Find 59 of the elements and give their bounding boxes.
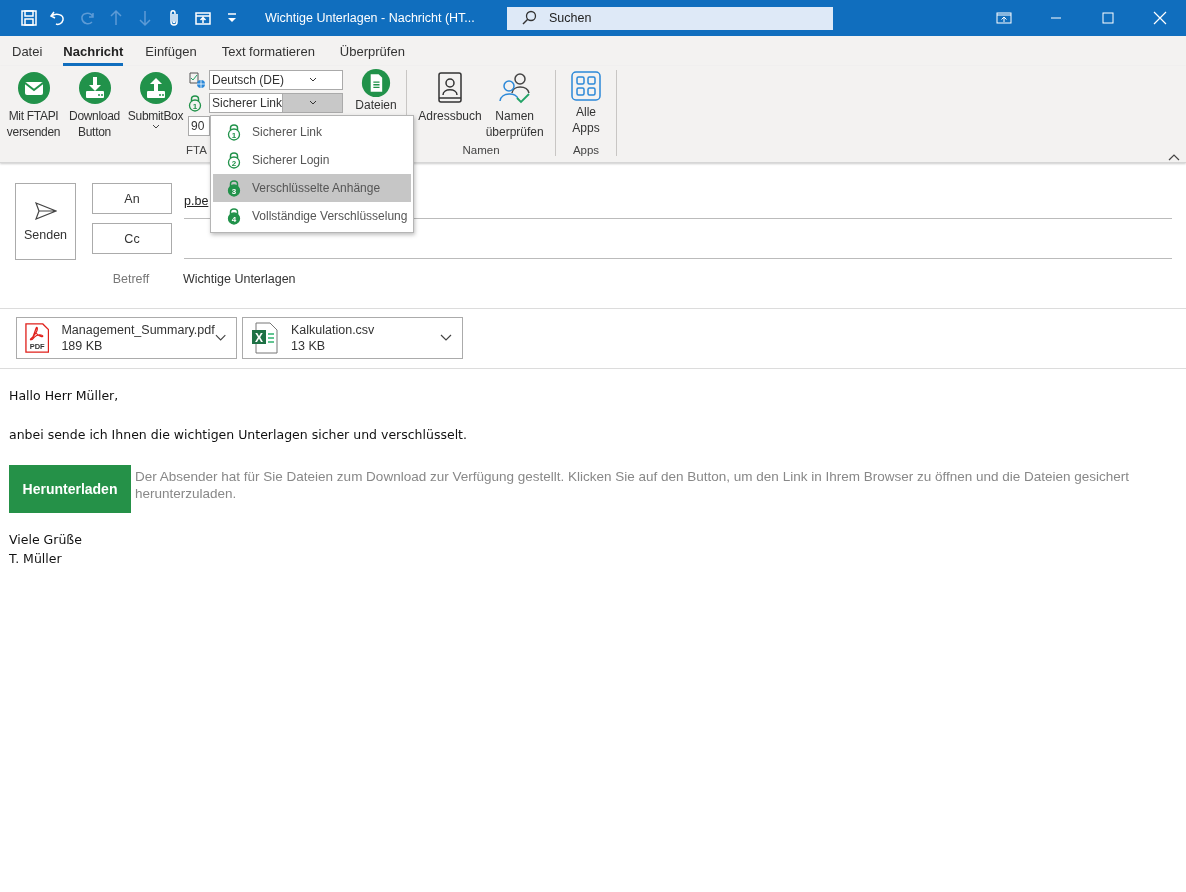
subject-label: Betreff	[111, 272, 151, 286]
maximize-icon[interactable]	[1100, 10, 1116, 26]
subject-field[interactable]: Wichtige Unterlagen	[183, 272, 296, 286]
menu-item[interactable]: 4 Vollständige Verschlüsselung	[213, 202, 411, 230]
to-button[interactable]: An	[92, 183, 172, 214]
ribbon-button[interactable]: Download Button	[64, 66, 125, 144]
group-label: Apps	[572, 144, 600, 156]
attachment-card[interactable]: X Kalkulation.csv 13 KB	[242, 317, 463, 359]
ribbon-tab[interactable]: Datei	[2, 36, 53, 66]
closing-text: T. Müller	[9, 550, 63, 568]
ribbon-display-icon[interactable]	[996, 10, 1012, 26]
save-icon[interactable]	[18, 8, 39, 28]
send-icon	[34, 201, 57, 220]
ribbon-tab[interactable]: Einfügen	[135, 36, 207, 66]
menu-item[interactable]: 1 Sicherer Link	[213, 118, 411, 146]
download-note: Der Absender hat für Sie Dateien zum Download zur Verfügung gestellt. Klicken Sie auf den Button, um den Link in Ihrem Browser zu öffnen und die Dateien gesichert herunterzuladen.	[135, 468, 1131, 502]
search-field[interactable]: Suchen	[507, 6, 833, 30]
file-name: Management_Summary.pdf	[61, 322, 215, 338]
recipient-name[interactable]: p.be	[184, 193, 209, 208]
apps-grid-icon	[571, 71, 601, 101]
ribbon-button[interactable]: SubmitBox	[125, 66, 186, 144]
security-dropdown[interactable]: Sicherer Link	[209, 93, 343, 113]
window-title: Wichtige Unterlagen - Nachricht (HT...	[264, 11, 476, 25]
body-text: anbei sende ich Ihnen die wichtigen Unterlagen sicher und verschlüsselt.	[9, 426, 468, 444]
ribbon-button[interactable]: Adressbuch	[418, 66, 482, 144]
attachment-card[interactable]: PDF Management_Summary.pdf 189 KB	[16, 317, 237, 359]
download-button[interactable]: Herunterladen	[9, 465, 131, 513]
ribbon-button[interactable]: Namen überprüfen	[485, 66, 544, 144]
people-check-icon	[497, 71, 532, 105]
file-size: 189 KB	[61, 338, 104, 354]
caret-icon	[309, 77, 317, 83]
upload-icon	[138, 71, 173, 105]
menu-item[interactable]: 2 Sicherer Login	[213, 146, 411, 174]
file-size: 13 KB	[291, 338, 327, 354]
chevron-down-icon[interactable]	[214, 334, 226, 342]
caret-icon	[308, 100, 317, 106]
days-field[interactable]: 90	[188, 116, 210, 136]
chevron-down-icon[interactable]	[440, 334, 452, 342]
menu-item[interactable]: 3 Verschlüsselte Anhänge	[213, 174, 411, 202]
cc-button[interactable]: Cc	[92, 223, 172, 254]
language-icon	[188, 71, 206, 89]
document-icon	[361, 68, 391, 98]
send-button[interactable]: Senden	[15, 183, 76, 260]
envelope-icon	[16, 71, 51, 105]
search-icon	[521, 10, 537, 26]
ribbon-tab[interactable]: Überprüfen	[329, 36, 415, 66]
file-name: Kalkulation.csv	[291, 322, 376, 338]
greeting-text: Hallo Herr Müller,	[9, 387, 120, 405]
collapse-ribbon-icon[interactable]	[1168, 153, 1180, 161]
closing-text: Viele Grüße	[9, 531, 83, 549]
close-icon[interactable]	[1152, 10, 1168, 26]
pdf-file-icon: PDF	[25, 322, 50, 354]
ribbon-button[interactable]: Mit FTAPI versenden	[3, 66, 64, 144]
ribbon-button[interactable]: Alle Apps	[571, 66, 601, 144]
group-label: Namen	[462, 144, 500, 156]
ribbon-tab[interactable]: Text formatieren	[211, 36, 325, 66]
download-icon	[77, 71, 112, 105]
language-dropdown[interactable]: Deutsch (DE)	[209, 70, 343, 90]
group-label: FTA	[186, 144, 207, 156]
